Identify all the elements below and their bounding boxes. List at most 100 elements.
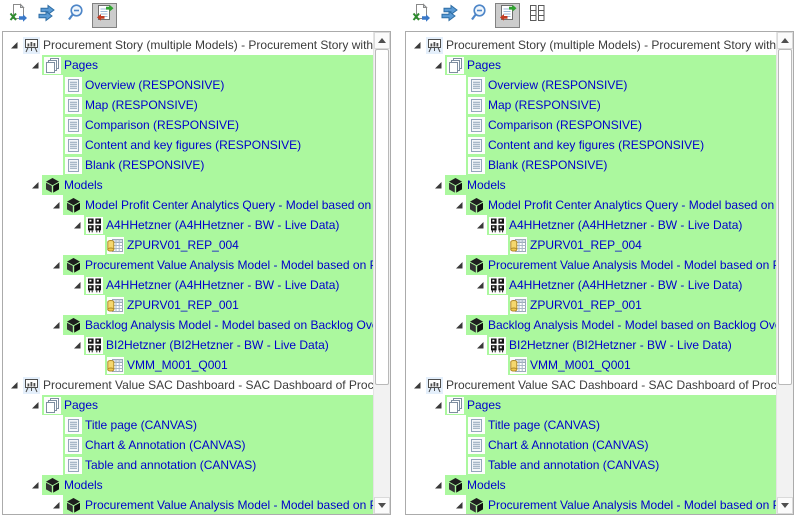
tree-row[interactable]: Pages xyxy=(3,395,373,415)
expander-icon[interactable] xyxy=(71,215,84,235)
tree-row[interactable]: Procurement Story (multiple Models) - Pr… xyxy=(406,35,776,55)
compare-documents-button[interactable] xyxy=(92,3,117,28)
tree-row-label: Content and key figures (RESPONSIVE) xyxy=(488,138,704,152)
tree-row[interactable]: Backlog Analysis Model - Model based on … xyxy=(3,315,373,335)
expander-icon[interactable] xyxy=(50,315,63,335)
tree-row[interactable]: Models xyxy=(3,175,373,195)
expander-icon[interactable] xyxy=(71,275,84,295)
tree-row[interactable]: BI2Hetzner (BI2Hetzner - BW - Live Data) xyxy=(3,335,373,355)
tree-row[interactable]: Procurement Value Analysis Model - Model… xyxy=(406,255,776,275)
tree-row[interactable]: A4HHetzner (A4HHetzner - BW - Live Data) xyxy=(3,215,373,235)
tree-row[interactable]: A4HHetzner (A4HHetzner - BW - Live Data) xyxy=(406,275,776,295)
tree-row[interactable]: Procurement Value SAC Dashboard - SAC Da… xyxy=(406,375,776,395)
split-view-button[interactable] xyxy=(524,3,549,28)
indent-spacer xyxy=(3,155,50,175)
left-scrollbar[interactable] xyxy=(373,32,390,514)
tree-row[interactable]: Model Profit Center Analytics Query - Mo… xyxy=(406,195,776,215)
indent-spacer xyxy=(3,395,29,415)
scrollbar-thumb[interactable] xyxy=(778,49,792,385)
scroll-up-button[interactable] xyxy=(374,32,390,49)
expander-icon[interactable] xyxy=(453,495,466,514)
tree-row[interactable]: Table and annotation (CANVAS) xyxy=(3,455,373,475)
indent-spacer xyxy=(406,195,453,215)
tree-row[interactable]: Procurement Value Analysis Model - Model… xyxy=(3,255,373,275)
tree-row[interactable]: Overview (RESPONSIVE) xyxy=(3,75,373,95)
expander-icon[interactable] xyxy=(29,395,42,415)
tree-row[interactable]: Blank (RESPONSIVE) xyxy=(3,155,373,175)
tree-row[interactable]: Procurement Value SAC Dashboard - SAC Da… xyxy=(3,375,373,395)
right-scrollbar[interactable] xyxy=(776,32,793,514)
tree-row[interactable]: Comparison (RESPONSIVE) xyxy=(3,115,373,135)
row-content: Models xyxy=(42,175,373,195)
zoom-out-button[interactable] xyxy=(466,3,491,28)
tree-row[interactable]: Content and key figures (RESPONSIVE) xyxy=(406,135,776,155)
expander-icon[interactable] xyxy=(411,375,424,395)
expander-icon[interactable] xyxy=(474,335,487,355)
compare-documents-button[interactable] xyxy=(495,3,520,28)
zoom-out-button[interactable] xyxy=(63,3,88,28)
expander-icon[interactable] xyxy=(453,315,466,335)
expander-icon[interactable] xyxy=(29,175,42,195)
tree-row[interactable]: Pages xyxy=(3,55,373,75)
tree-row[interactable]: Procurement Story (multiple Models) - Pr… xyxy=(3,35,373,55)
pages-icon xyxy=(447,57,464,74)
transfer-button[interactable] xyxy=(437,3,462,28)
tree-row[interactable]: Chart & Annotation (CANVAS) xyxy=(406,435,776,455)
tree-row[interactable]: VMM_M001_Q001 xyxy=(3,355,373,375)
tree-row[interactable]: Models xyxy=(406,175,776,195)
tree-row[interactable]: Table and annotation (CANVAS) xyxy=(406,455,776,475)
export-excel-button[interactable] xyxy=(408,3,433,28)
scroll-down-button[interactable] xyxy=(777,497,793,514)
export-excel-button[interactable] xyxy=(5,3,30,28)
tree-row[interactable]: ZPURV01_REP_004 xyxy=(406,235,776,255)
tree-row[interactable]: Pages xyxy=(406,55,776,75)
tree-row[interactable]: ZPURV01_REP_004 xyxy=(3,235,373,255)
expander-icon[interactable] xyxy=(71,335,84,355)
tree-row[interactable]: A4HHetzner (A4HHetzner - BW - Live Data) xyxy=(3,275,373,295)
transfer-button[interactable] xyxy=(34,3,59,28)
expander-icon[interactable] xyxy=(50,255,63,275)
expander-icon[interactable] xyxy=(453,195,466,215)
tree-row-label: Procurement Value Analysis Model - Model… xyxy=(488,498,776,512)
tree-row[interactable]: Chart & Annotation (CANVAS) xyxy=(3,435,373,455)
tree-row[interactable]: Model Profit Center Analytics Query - Mo… xyxy=(3,195,373,215)
tree-row[interactable]: ZPURV01_REP_001 xyxy=(3,295,373,315)
scroll-down-button[interactable] xyxy=(374,497,390,514)
expander-icon[interactable] xyxy=(432,475,445,495)
expander-icon[interactable] xyxy=(29,55,42,75)
expander-icon[interactable] xyxy=(474,215,487,235)
expander-icon[interactable] xyxy=(432,55,445,75)
tree-row[interactable]: Procurement Value Analysis Model - Model… xyxy=(406,495,776,514)
tree-row[interactable]: Overview (RESPONSIVE) xyxy=(406,75,776,95)
tree-row[interactable]: Models xyxy=(406,475,776,495)
tree-row[interactable]: Comparison (RESPONSIVE) xyxy=(406,115,776,135)
tree-row[interactable]: Map (RESPONSIVE) xyxy=(406,95,776,115)
tree-row[interactable]: Content and key figures (RESPONSIVE) xyxy=(3,135,373,155)
system-icon xyxy=(86,337,103,354)
expander-icon[interactable] xyxy=(8,375,21,395)
tree-row[interactable]: Pages xyxy=(406,395,776,415)
expander-icon[interactable] xyxy=(432,175,445,195)
tree-row[interactable]: Title page (CANVAS) xyxy=(406,415,776,435)
expander-icon[interactable] xyxy=(50,495,63,514)
tree-row[interactable]: BI2Hetzner (BI2Hetzner - BW - Live Data) xyxy=(406,335,776,355)
tree-row[interactable]: ZPURV01_REP_001 xyxy=(406,295,776,315)
tree-row[interactable]: VMM_M001_Q001 xyxy=(406,355,776,375)
tree-row[interactable]: Title page (CANVAS) xyxy=(3,415,373,435)
tree-row[interactable]: Map (RESPONSIVE) xyxy=(3,95,373,115)
tree-row-label: Pages xyxy=(467,398,501,412)
expander-icon[interactable] xyxy=(411,35,424,55)
tree-row[interactable]: Backlog Analysis Model - Model based on … xyxy=(406,315,776,335)
tree-row[interactable]: Blank (RESPONSIVE) xyxy=(406,155,776,175)
expander-icon[interactable] xyxy=(50,195,63,215)
expander-icon[interactable] xyxy=(474,275,487,295)
expander-icon[interactable] xyxy=(432,395,445,415)
expander-icon[interactable] xyxy=(8,35,21,55)
expander-icon[interactable] xyxy=(453,255,466,275)
tree-row[interactable]: A4HHetzner (A4HHetzner - BW - Live Data) xyxy=(406,215,776,235)
tree-row[interactable]: Models xyxy=(3,475,373,495)
tree-row[interactable]: Procurement Value Analysis Model - Model… xyxy=(3,495,373,514)
scrollbar-thumb[interactable] xyxy=(375,49,389,385)
expander-icon[interactable] xyxy=(29,475,42,495)
scroll-up-button[interactable] xyxy=(777,32,793,49)
